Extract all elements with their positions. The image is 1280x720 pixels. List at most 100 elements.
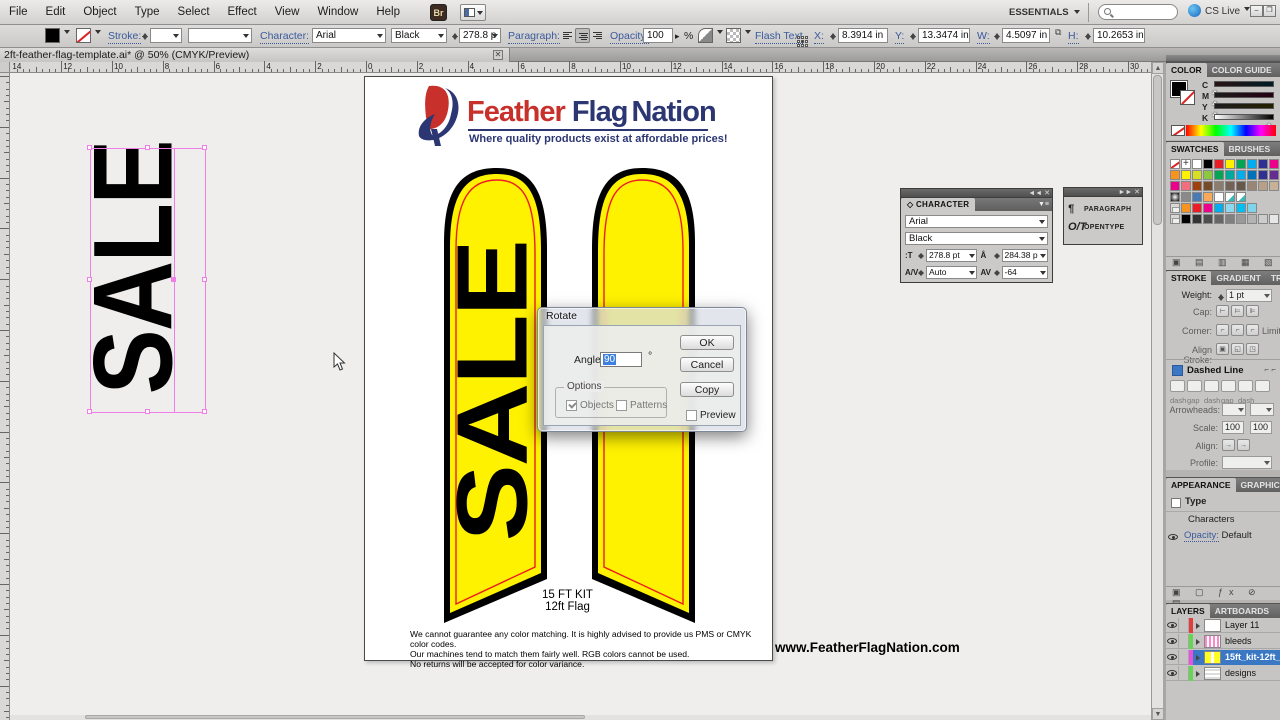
horizontal-scrollbar[interactable] — [10, 715, 1151, 720]
menu-select[interactable]: Select — [169, 0, 219, 18]
swatch[interactable] — [1269, 159, 1279, 169]
layer-row-layer-11[interactable]: Layer 11 — [1166, 618, 1280, 633]
w-label[interactable]: W: — [977, 30, 990, 44]
visibility-eye-icon[interactable] — [1167, 670, 1177, 676]
kerning-stepper[interactable] — [918, 267, 925, 279]
arrowhead-start-combo[interactable] — [1222, 403, 1246, 416]
swatch[interactable] — [1170, 203, 1180, 213]
flash-text-link[interactable]: Flash Text — [755, 30, 803, 44]
layer-row-15ft-kit-12ft-f[interactable]: 15ft_kit-12ft_f — [1166, 650, 1280, 665]
swatch[interactable] — [1225, 170, 1235, 180]
x-label[interactable]: X: — [814, 30, 824, 44]
swatch[interactable] — [1214, 203, 1224, 213]
cancel-button[interactable]: Cancel — [680, 357, 734, 372]
w-input[interactable]: 4.5097 in — [1002, 28, 1050, 43]
swatch[interactable] — [1214, 170, 1224, 180]
dash-input[interactable] — [1255, 380, 1270, 392]
swatch[interactable] — [1225, 192, 1235, 202]
swatch[interactable] — [1269, 170, 1279, 180]
font-size-stepper[interactable] — [450, 29, 459, 44]
tab-color-guide[interactable]: COLOR GUIDE — [1207, 63, 1277, 77]
swatch[interactable] — [1181, 159, 1191, 169]
swatch[interactable] — [1181, 170, 1191, 180]
tab-stroke[interactable]: STROKE — [1166, 271, 1211, 285]
dash-input[interactable] — [1204, 380, 1219, 392]
scroll-down-icon[interactable]: ▼ — [1152, 708, 1164, 720]
selection-handle[interactable] — [87, 145, 92, 150]
objects-checkbox[interactable] — [566, 400, 577, 411]
swatch[interactable] — [1236, 214, 1246, 224]
align-center-button[interactable] — [575, 28, 590, 43]
layer-row-bleeds[interactable]: bleeds — [1166, 634, 1280, 649]
dash-input[interactable] — [1187, 380, 1202, 392]
close-icon[interactable]: ✕ — [493, 50, 503, 60]
minimize-button[interactable]: – — [1250, 5, 1263, 17]
swatch[interactable] — [1192, 214, 1202, 224]
opacity-input[interactable]: 100 — [643, 28, 673, 43]
visibility-eye-icon[interactable] — [1167, 654, 1177, 660]
bridge-icon[interactable]: Br — [430, 4, 447, 21]
swatch[interactable] — [1247, 192, 1257, 202]
tab-appearance[interactable]: APPEARANCE — [1166, 478, 1236, 492]
vertical-scroll-thumb[interactable] — [1153, 75, 1162, 225]
tab-color[interactable]: COLOR — [1166, 63, 1207, 77]
appearance-row-opacity[interactable]: Opacity: Default — [1166, 530, 1280, 541]
tab-layers[interactable]: LAYERS — [1166, 604, 1210, 618]
fill-stroke-indicator[interactable] — [1171, 81, 1197, 107]
opacity-mask-icon[interactable] — [698, 28, 713, 43]
menu-view[interactable]: View — [266, 0, 309, 18]
dash-input[interactable] — [1170, 380, 1185, 392]
panel-menu-icon[interactable]: ▼≡ — [1038, 201, 1049, 208]
menu-edit[interactable]: Edit — [37, 0, 75, 18]
align-stroke-buttons[interactable]: ▣◱◳ — [1216, 343, 1259, 355]
dock-header[interactable] — [1166, 55, 1280, 62]
swatch[interactable] — [1192, 170, 1202, 180]
stroke-panel-link[interactable]: Stroke: — [108, 30, 141, 44]
preview-checkbox[interactable] — [686, 410, 697, 421]
font-family-combo[interactable]: Arial — [312, 28, 386, 43]
swatch[interactable] — [1269, 214, 1279, 224]
weight-combo[interactable]: 1 pt — [1226, 289, 1272, 302]
char-tracking-combo[interactable]: -64 — [1002, 266, 1049, 279]
paragraph-panel-header[interactable]: ►► ✕ — [1063, 187, 1143, 197]
swatch[interactable] — [1247, 170, 1257, 180]
corner-buttons[interactable]: ⌐⌐⌐ — [1216, 324, 1259, 336]
y-input[interactable]: 13.3474 in — [918, 28, 970, 43]
swatch[interactable] — [1214, 214, 1224, 224]
swatch[interactable] — [1214, 181, 1224, 191]
swatch[interactable] — [1236, 181, 1246, 191]
channel-C[interactable]: C — [1212, 80, 1276, 90]
swatch[interactable] — [1170, 159, 1180, 169]
arrowhead-end-combo[interactable] — [1250, 403, 1274, 416]
font-style-combo[interactable]: Black — [391, 28, 447, 43]
w-stepper[interactable] — [992, 29, 1001, 44]
swatch[interactable] — [1247, 203, 1257, 213]
swatch[interactable] — [1236, 192, 1246, 202]
horizontal-scroll-thumb[interactable] — [85, 715, 585, 719]
channel-K[interactable]: K — [1212, 113, 1276, 123]
selection-handle[interactable] — [202, 277, 207, 282]
font-size-combo[interactable]: 278.8 p — [459, 28, 501, 43]
tab-artboards[interactable]: ARTBOARDS — [1210, 604, 1274, 618]
search-input[interactable] — [1098, 4, 1178, 20]
swatch[interactable] — [1170, 214, 1180, 224]
paragraph-panel-link[interactable]: Paragraph: — [508, 30, 560, 44]
align-right-button[interactable] — [590, 28, 605, 43]
swatch[interactable] — [1203, 181, 1213, 191]
patterns-checkbox[interactable] — [616, 400, 627, 411]
swatch[interactable] — [1225, 214, 1235, 224]
tab-graphic-styles[interactable]: GRAPHIC STYLES — [1236, 478, 1280, 492]
tab-character[interactable]: ◇ CHARACTER — [901, 198, 975, 211]
swatch[interactable] — [1269, 203, 1279, 213]
channel-Y[interactable]: Y — [1212, 102, 1276, 112]
tracking-stepper[interactable] — [994, 267, 1001, 279]
dashed-line-checkbox[interactable] — [1172, 365, 1183, 376]
recolor-artwork-icon[interactable] — [726, 28, 741, 43]
visibility-eye-icon[interactable] — [1167, 622, 1177, 628]
swatch[interactable] — [1203, 203, 1213, 213]
swatch[interactable] — [1258, 181, 1268, 191]
restore-button[interactable]: ❐ — [1263, 5, 1276, 17]
swatch[interactable] — [1258, 203, 1268, 213]
variable-width-combo[interactable] — [188, 28, 252, 43]
appearance-panel-buttons[interactable]: ▣ ▢ ƒx ⊘ ▤ — [1166, 586, 1280, 600]
